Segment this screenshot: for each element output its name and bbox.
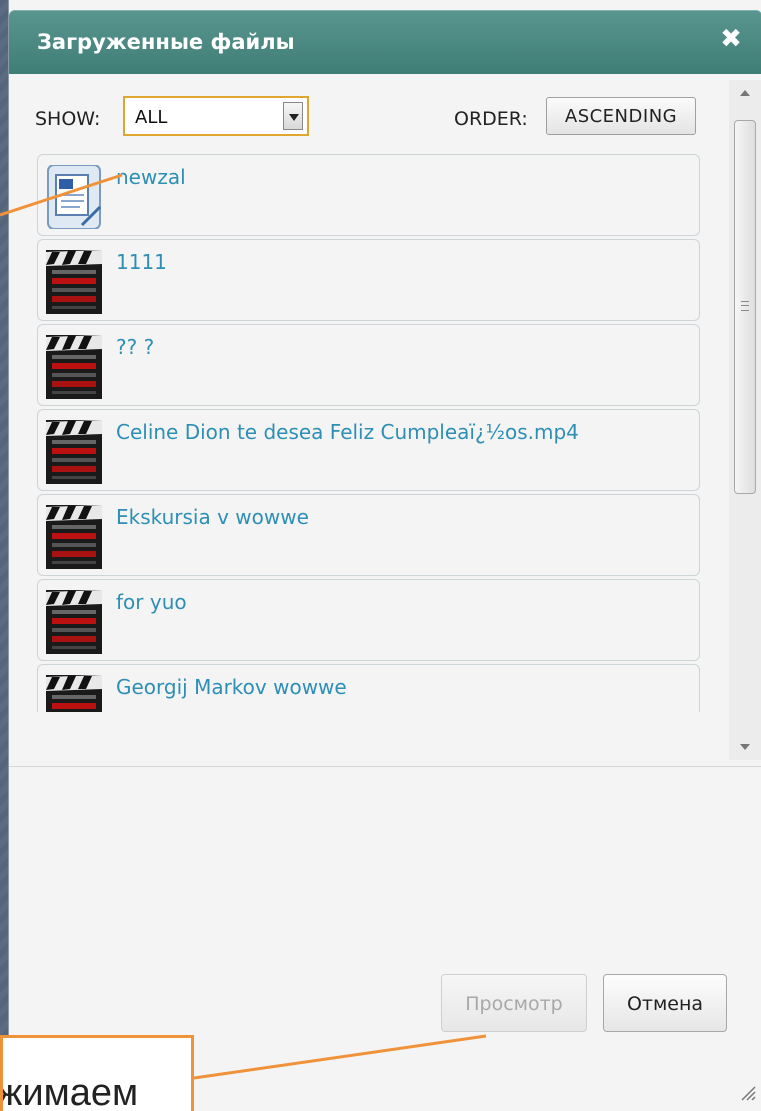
uploaded-files-dialog: Загруженные файлы ✖ SHOW: ALL ORDER: ASC… [8,0,761,1111]
video-clapper-icon [46,250,102,314]
file-list-item[interactable]: 1111 [37,239,700,321]
file-name-link[interactable]: ?? ? [116,335,154,359]
callout-text: жимаем [0,1072,139,1111]
close-icon[interactable]: ✖ [718,26,744,52]
footer-divider [9,766,761,767]
filter-toolbar: SHOW: ALL ORDER: ASCENDING [9,92,729,142]
resize-grip-icon[interactable] [738,1083,756,1101]
file-name-link[interactable]: Ekskursia v wowwe [116,505,309,529]
show-label: SHOW: [35,108,101,130]
list-scrollbar[interactable] [729,80,761,760]
order-label: ORDER: [454,108,528,130]
file-name-link[interactable]: Celine Dion te desea Feliz Cumpleaï¿½os.… [116,420,579,444]
grip-icon [741,301,749,311]
annotation-callout: жимаем [0,1035,194,1111]
video-clapper-icon [46,590,102,654]
video-clapper-icon [46,505,102,569]
show-filter-value: ALL [135,107,168,128]
video-clapper-icon [46,420,102,484]
show-filter-select[interactable]: ALL [123,96,309,136]
file-list-item[interactable]: Ekskursia v wowwe [37,494,700,576]
file-name-link[interactable]: Georgij Markov wowwe [116,675,347,699]
file-list-item[interactable]: ?? ? [37,324,700,406]
video-clapper-icon [46,335,102,399]
cancel-button[interactable]: Отмена [603,974,727,1032]
file-list-item[interactable]: Celine Dion te desea Feliz Cumpleaï¿½os.… [37,409,700,491]
file-list-item[interactable]: for yuo [37,579,700,661]
file-list: newzal 1111 ?? ? Celine Dion te desea Feliz… [9,150,729,712]
word-document-icon [46,165,102,229]
file-name-link[interactable]: 1111 [116,250,167,274]
scroll-up-icon[interactable] [736,84,754,102]
dialog-title: Загруженные файлы [37,30,295,54]
order-button[interactable]: ASCENDING [546,97,696,135]
dropdown-arrow-icon[interactable] [283,102,303,130]
file-name-link[interactable]: newzal [116,165,186,189]
dialog-titlebar[interactable]: Загруженные файлы ✖ [9,10,761,74]
file-name-link[interactable]: for yuo [116,590,187,614]
video-clapper-icon [46,675,102,712]
file-list-item[interactable]: Georgij Markov wowwe [37,664,700,712]
scroll-thumb[interactable] [734,120,756,494]
view-button[interactable]: Просмотр [441,974,587,1032]
scroll-down-icon[interactable] [736,738,754,756]
file-list-item[interactable]: newzal [37,154,700,236]
